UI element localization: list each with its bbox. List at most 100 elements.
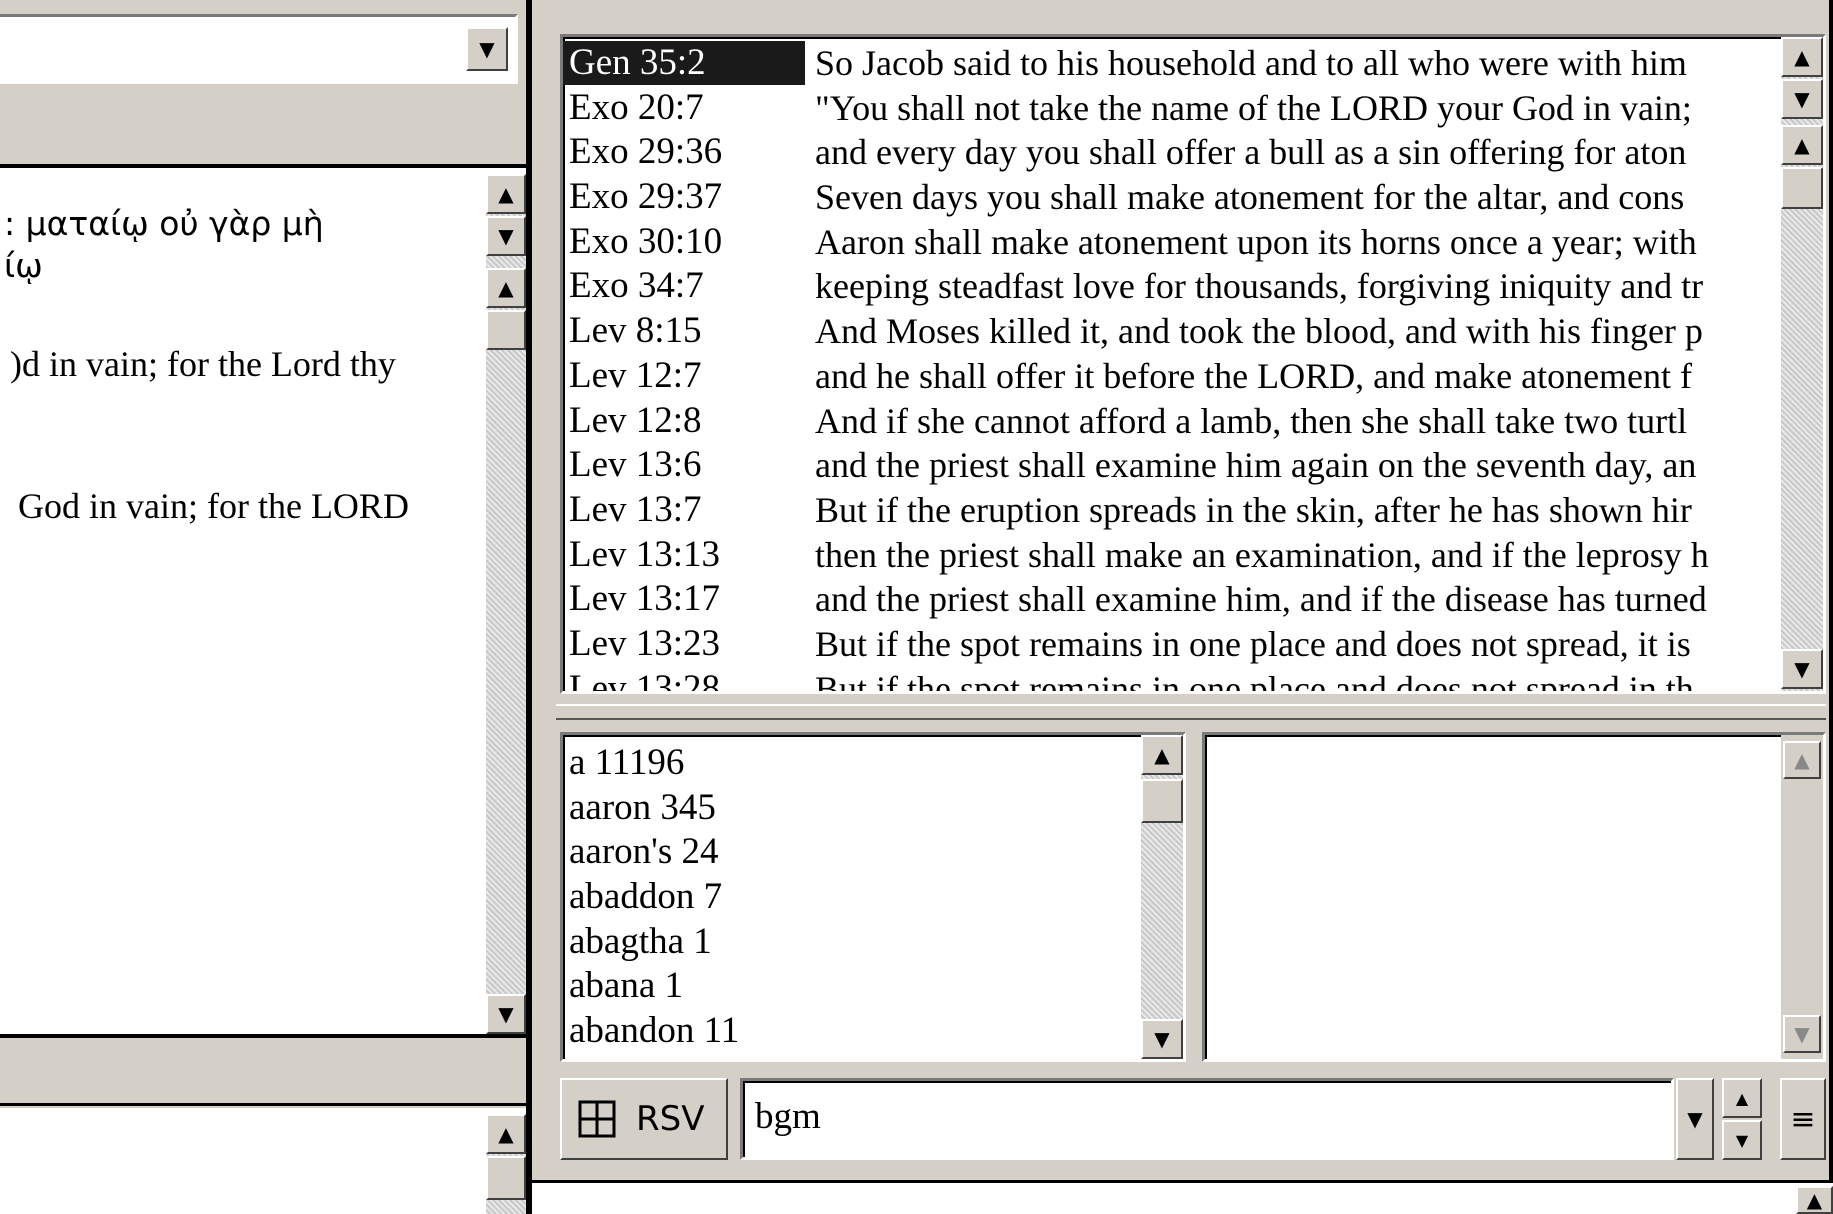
verse-text: And if she cannot afford a lamb, then sh… bbox=[815, 400, 1688, 441]
verse-row[interactable]: Lev 13:28 But if the spot remains in one … bbox=[563, 667, 1783, 694]
verse-reference: Exo 29:37 bbox=[569, 176, 723, 218]
verse-row[interactable]: Lev 13:13 then the priest shall make an e… bbox=[563, 533, 1783, 578]
verse-list-scrollbar[interactable]: ▲ ▼ ▲ ▼ bbox=[1781, 37, 1823, 691]
arrow-down-icon: ▼ bbox=[498, 224, 514, 248]
detail-scrollbar[interactable]: ▲ ▼ bbox=[1781, 735, 1823, 1059]
scroll-up-button[interactable]: ▲ bbox=[486, 174, 526, 214]
verse-text: And Moses killed it, and took the blood,… bbox=[815, 311, 1703, 352]
verse-reference: Gen 35:2 bbox=[563, 41, 805, 85]
english-line-2: God in vain; for the LORD bbox=[18, 486, 409, 526]
scroll-thumb[interactable] bbox=[486, 1156, 526, 1200]
arrow-up-icon: ▲ bbox=[1735, 1088, 1749, 1108]
verse-row[interactable]: Exo 30:10 Aaron shall make atonement upon… bbox=[563, 220, 1783, 265]
word-rows: a 11196 aaron 345 aaron's 24 abaddon 7 abagt… bbox=[569, 741, 739, 1054]
spin-up-button[interactable]: ▲ bbox=[1722, 1078, 1762, 1118]
greek-line-1: : ματαίῳ οὐ γὰρ μὴ bbox=[4, 204, 324, 243]
arrow-up-icon: ▲ bbox=[1794, 45, 1810, 69]
verse-text: So Jacob said to his household and to al… bbox=[815, 43, 1687, 83]
combo-dropdown-button[interactable]: ▼ bbox=[466, 27, 508, 71]
left-bottom-panel[interactable]: ▲ bbox=[0, 1108, 530, 1214]
left-bottom-scrollbar[interactable]: ▲ bbox=[486, 1114, 526, 1214]
verse-text: and the priest shall examine him, and if… bbox=[815, 579, 1707, 620]
left-scrollbar[interactable]: ▲ ▼ ▲ ▼ bbox=[486, 174, 526, 1034]
verse-row[interactable]: Lev 12:7 and he shall offer it before the… bbox=[563, 354, 1783, 399]
detail-pane[interactable]: ▲ ▼ bbox=[1202, 732, 1826, 1062]
scroll-up-button[interactable]: ▲ bbox=[486, 1114, 526, 1154]
verse-text: But if the spot remains in one place and… bbox=[815, 668, 1694, 694]
verse-text: then the priest shall make an examinatio… bbox=[815, 534, 1709, 575]
verse-reference: Exo 29:36 bbox=[569, 131, 723, 173]
left-lower-band bbox=[0, 1044, 530, 1106]
verse-row[interactable]: Lev 13:6 and the priest shall examine him… bbox=[563, 443, 1783, 488]
scroll-down-button[interactable]: ▼ bbox=[1783, 1015, 1821, 1053]
verse-reference: Lev 13:28 bbox=[569, 667, 721, 694]
verse-row[interactable]: Lev 8:15 And Moses killed it, and took th… bbox=[563, 309, 1783, 354]
scroll-down-button-bottom[interactable]: ▼ bbox=[486, 994, 526, 1034]
left-text-panel[interactable]: : ματαίῳ οὐ γὰρ μὴ ίῳ )d in vain; for th… bbox=[0, 168, 530, 1038]
verse-reference: Exo 30:10 bbox=[569, 220, 723, 262]
verse-reference: Lev 8:15 bbox=[569, 310, 702, 352]
chevron-down-icon: ▼ bbox=[1687, 1107, 1703, 1131]
verse-text: keeping steadfast love for thousands, fo… bbox=[815, 266, 1704, 307]
verse-text: "You shall not take the name of the LORD… bbox=[815, 87, 1692, 128]
verse-reference: Lev 13:13 bbox=[569, 533, 721, 575]
search-dropdown-button[interactable]: ▼ bbox=[1676, 1078, 1714, 1160]
menu-button[interactable]: ≡ bbox=[1780, 1078, 1826, 1160]
word-list-scrollbar[interactable]: ▲ ▼ bbox=[1141, 735, 1183, 1059]
scroll-down-button[interactable]: ▼ bbox=[1141, 1019, 1183, 1059]
scroll-down-button[interactable]: ▼ bbox=[486, 216, 526, 256]
arrow-down-icon: ▼ bbox=[1794, 1022, 1810, 1046]
scroll-down-button[interactable]: ▼ bbox=[1781, 79, 1823, 119]
verse-row[interactable]: Exo 29:37 Seven days you shall make atone… bbox=[563, 175, 1783, 220]
verse-text: But if the eruption spreads in the skin,… bbox=[815, 489, 1692, 530]
word-list-item[interactable]: a 11196 bbox=[569, 741, 739, 786]
greek-line-2: ίῳ bbox=[4, 246, 43, 285]
menu-icon: ≡ bbox=[1790, 1101, 1816, 1137]
verse-row[interactable]: Lev 13:7 But if the eruption spreads in t… bbox=[563, 488, 1783, 533]
verse-row[interactable]: Exo 20:7 "You shall not take the name of … bbox=[563, 86, 1783, 131]
word-list-item[interactable]: abandon 11 bbox=[569, 1009, 739, 1054]
verse-rows: Gen 35:2 So Jacob said to his household a… bbox=[563, 41, 1783, 694]
arrow-down-icon: ▼ bbox=[1154, 1027, 1170, 1051]
verse-reference: Lev 12:8 bbox=[569, 399, 702, 441]
verse-row[interactable]: Gen 35:2 So Jacob said to his household a… bbox=[563, 41, 1783, 86]
verse-reference: Exo 20:7 bbox=[569, 86, 704, 128]
version-label: RSV bbox=[636, 1099, 705, 1139]
version-button[interactable]: RSV bbox=[560, 1078, 728, 1160]
scroll-up-button-2[interactable]: ▲ bbox=[1781, 125, 1823, 165]
arrow-up-icon: ▲ bbox=[1794, 133, 1810, 157]
arrow-down-icon: ▼ bbox=[1735, 1130, 1749, 1150]
right-bottom-scroll-up-button[interactable]: ▲ bbox=[1796, 1186, 1833, 1214]
chevron-down-icon: ▼ bbox=[479, 37, 495, 61]
arrow-down-icon: ▼ bbox=[1794, 87, 1810, 111]
word-list-item[interactable]: abana 1 bbox=[569, 964, 739, 1009]
verse-row[interactable]: Exo 34:7 keeping steadfast love for thous… bbox=[563, 264, 1783, 309]
verse-list[interactable]: Gen 35:2 So Jacob said to his household a… bbox=[560, 34, 1826, 694]
word-list-item[interactable]: aaron 345 bbox=[569, 786, 739, 831]
verse-row[interactable]: Lev 13:17 and the priest shall examine hi… bbox=[563, 577, 1783, 622]
verse-row[interactable]: Exo 29:36 and every day you shall offer a… bbox=[563, 130, 1783, 175]
word-list-item[interactable]: aaron's 24 bbox=[569, 830, 739, 875]
scroll-up-button[interactable]: ▲ bbox=[1783, 741, 1821, 779]
verse-row[interactable]: Lev 13:23 But if the spot remains in one … bbox=[563, 622, 1783, 667]
right-pane-bottom-strip bbox=[532, 1180, 1833, 1214]
search-value: bgm bbox=[755, 1096, 821, 1137]
scroll-up-button[interactable]: ▲ bbox=[1781, 37, 1823, 77]
verse-row[interactable]: Lev 12:8 And if she cannot afford a lamb,… bbox=[563, 399, 1783, 444]
arrow-up-icon: ▲ bbox=[1794, 748, 1810, 772]
scroll-thumb[interactable] bbox=[1781, 167, 1823, 209]
search-input[interactable]: bgm bbox=[740, 1078, 1674, 1160]
scroll-up-button-2[interactable]: ▲ bbox=[486, 268, 526, 308]
horizontal-splitter[interactable] bbox=[556, 704, 1826, 720]
word-list[interactable]: a 11196 aaron 345 aaron's 24 abaddon 7 abagt… bbox=[560, 732, 1186, 1062]
verse-text: But if the spot remains in one place and… bbox=[815, 623, 1691, 664]
word-list-item[interactable]: abagtha 1 bbox=[569, 920, 739, 965]
scroll-thumb[interactable] bbox=[1141, 779, 1183, 823]
scroll-down-button-bottom[interactable]: ▼ bbox=[1781, 649, 1823, 689]
scroll-up-button[interactable]: ▲ bbox=[1141, 735, 1183, 775]
spin-down-button[interactable]: ▼ bbox=[1722, 1120, 1762, 1160]
scroll-thumb[interactable] bbox=[486, 310, 526, 350]
word-list-item[interactable]: abaddon 7 bbox=[569, 875, 739, 920]
verse-reference: Lev 13:17 bbox=[569, 578, 721, 620]
left-combo-box[interactable]: ▼ bbox=[0, 14, 518, 84]
